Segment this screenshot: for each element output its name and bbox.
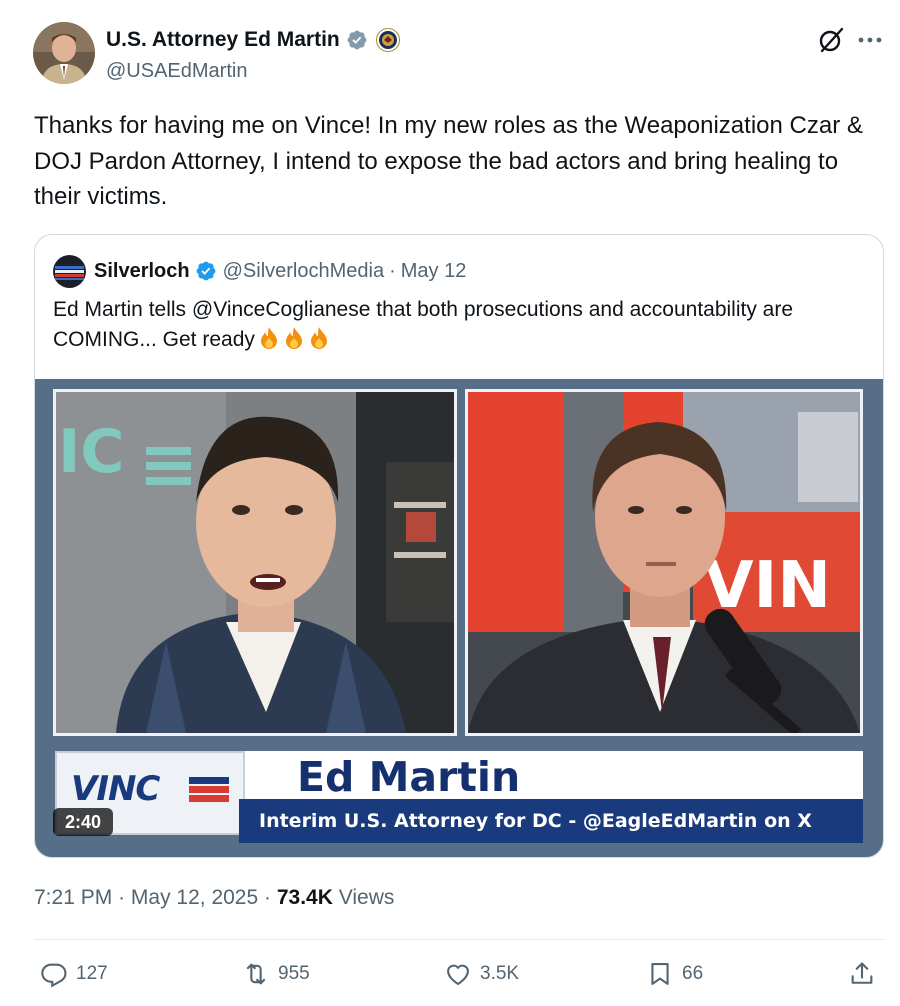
lower-third-title-box: Interim U.S. Attorney for DC - @EagleEdM…: [239, 799, 863, 843]
quoted-tweet-date[interactable]: May 12: [401, 260, 467, 283]
fire-emoji-icon: [310, 327, 327, 349]
video-player[interactable]: IC VIN VINC Ed Martin Interim U.S. Attor…: [35, 379, 883, 857]
svg-text:IC: IC: [58, 417, 124, 487]
more-icon[interactable]: [857, 36, 883, 44]
views-count[interactable]: 73.4K: [277, 886, 333, 909]
reply-icon: [41, 963, 67, 988]
divider: [34, 939, 884, 940]
share-icon: [851, 962, 873, 984]
tweet: U.S. Attorney Ed Martin @USAEdMartin Tha…: [0, 0, 900, 1006]
lower-third-title: Interim U.S. Attorney for DC - @EagleEdM…: [259, 810, 812, 832]
quoted-tweet[interactable]: Silverloch @SilverlochMedia · May 12 Ed …: [34, 234, 884, 858]
lower-third-name: Ed Martin: [297, 753, 521, 801]
like-count: 3.5K: [480, 963, 520, 984]
verified-badge-icon[interactable]: [195, 260, 217, 282]
quoted-tweet-text-body: Ed Martin tells @VinceCoglianese that bo…: [53, 298, 794, 351]
views-label: Views: [338, 886, 395, 909]
like-button[interactable]: 3.5K: [444, 956, 519, 992]
repost-button[interactable]: 955: [242, 956, 310, 992]
quoted-author-avatar[interactable]: [53, 254, 86, 288]
show-logo: VINC: [71, 769, 160, 809]
tweet-meta: 7:21 PM · May 12, 2025 · 73.4K Views: [34, 886, 394, 910]
tweet-time[interactable]: 7:21 PM: [34, 886, 112, 909]
tweet-actions: 127 955 3.5K 66: [34, 956, 884, 992]
bookmark-icon: [651, 963, 669, 985]
grok-icon[interactable]: [816, 25, 846, 55]
author-name-row: U.S. Attorney Ed Martin: [106, 26, 400, 54]
author-block: U.S. Attorney Ed Martin @USAEdMartin: [106, 26, 400, 83]
video-duration-badge: 2:40: [53, 808, 114, 836]
separator-dot: ·: [389, 259, 396, 282]
share-button[interactable]: [848, 956, 876, 992]
tweet-date[interactable]: May 12, 2025: [131, 886, 258, 909]
separator-dot: ·: [264, 886, 272, 909]
reply-button[interactable]: 127: [40, 956, 108, 992]
fire-emoji-icon: [260, 327, 277, 349]
video-panel-guest: VIN: [465, 389, 863, 736]
author-display-name[interactable]: U.S. Attorney Ed Martin: [106, 28, 340, 52]
repost-count: 955: [278, 963, 310, 984]
flag-stripes-icon: [189, 777, 229, 802]
author-handle[interactable]: @USAEdMartin: [106, 60, 400, 83]
video-panel-host: IC: [53, 389, 457, 736]
tweet-text: Thanks for having me on Vince! In my new…: [34, 112, 863, 210]
bookmark-count: 66: [682, 963, 704, 984]
separator-dot: ·: [118, 886, 126, 909]
quoted-author-handle[interactable]: @SilverlochMedia: [223, 260, 384, 283]
quoted-tweet-header: Silverloch @SilverlochMedia · May 12: [53, 254, 467, 288]
fire-emoji-icon: [285, 327, 302, 349]
reply-count: 127: [76, 963, 108, 984]
quoted-tweet-text: Ed Martin tells @VinceCoglianese that bo…: [53, 295, 863, 355]
verified-badge-icon[interactable]: [346, 29, 368, 51]
like-icon: [447, 964, 469, 986]
doj-seal-icon[interactable]: [375, 28, 400, 52]
repost-icon: [246, 963, 266, 985]
video-lower-third: VINC Ed Martin Interim U.S. Attorney for…: [55, 751, 863, 855]
bookmark-button[interactable]: 66: [646, 956, 703, 992]
author-avatar[interactable]: [33, 22, 95, 84]
lower-third-name-box: Ed Martin: [245, 751, 863, 801]
quoted-author-name[interactable]: Silverloch: [94, 260, 190, 283]
